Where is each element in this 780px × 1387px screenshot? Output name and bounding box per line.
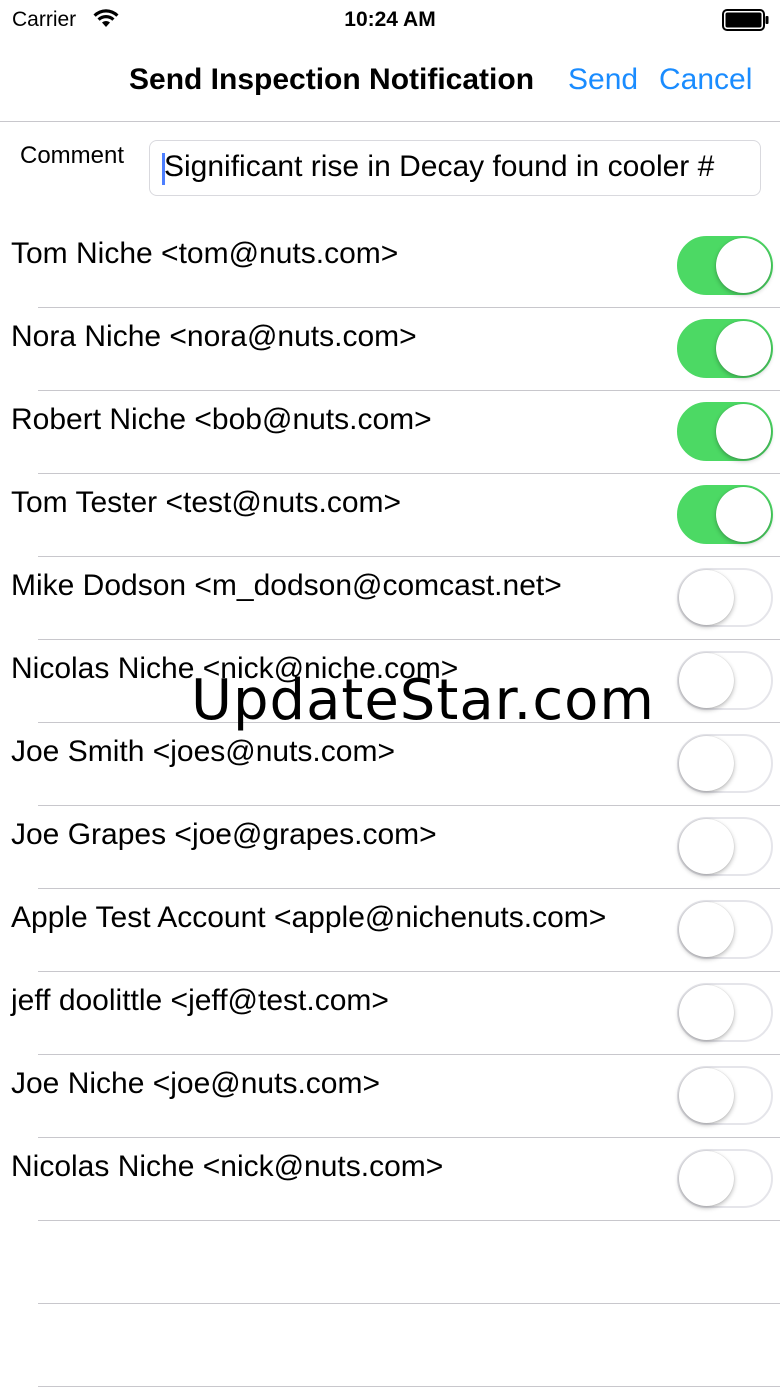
notify-toggle[interactable] <box>677 651 773 710</box>
notify-toggle[interactable] <box>677 485 773 544</box>
toggle-knob <box>716 238 771 293</box>
toggle-knob <box>679 819 734 874</box>
contact-row: Tom Tester <test@nuts.com> <box>0 474 780 557</box>
contact-row: Joe Niche <joe@nuts.com> <box>0 1055 780 1138</box>
comment-label: Comment <box>20 142 125 169</box>
toggle-knob <box>716 404 771 459</box>
notify-toggle[interactable] <box>677 568 773 627</box>
contact-label: Joe Niche <joe@nuts.com> <box>11 1067 380 1100</box>
contact-row: Joe Grapes <joe@grapes.com> <box>0 806 780 889</box>
toggle-knob <box>679 985 734 1040</box>
contact-row: Tom Niche <tom@nuts.com> <box>0 225 780 308</box>
contact-label: Tom Tester <test@nuts.com> <box>11 486 402 519</box>
toggle-knob <box>679 1151 734 1206</box>
toggle-knob <box>716 321 771 376</box>
contact-row: Mike Dodson <m_dodson@comcast.net> <box>0 557 780 640</box>
notify-toggle[interactable] <box>677 319 773 378</box>
contact-row: Apple Test Account <apple@nichenuts.com> <box>0 889 780 972</box>
contact-label: Apple Test Account <apple@nichenuts.com> <box>11 901 607 934</box>
contact-row: Nicolas Niche <nick@nuts.com> <box>0 1138 780 1221</box>
contact-row: Nora Niche <nora@nuts.com> <box>0 308 780 391</box>
contact-label: Joe Grapes <joe@grapes.com> <box>11 818 437 851</box>
contact-label: jeff doolittle <jeff@test.com> <box>11 984 389 1017</box>
comment-input[interactable]: Significant rise in Decay found in coole… <box>149 140 761 196</box>
send-button[interactable]: Send <box>568 63 638 97</box>
page-title: Send Inspection Notification <box>129 63 535 96</box>
notify-toggle[interactable] <box>677 1066 773 1125</box>
clock: 10:24 AM <box>344 8 436 31</box>
contact-label: Nicolas Niche <nick@nuts.com> <box>11 1150 444 1183</box>
notify-toggle[interactable] <box>677 402 773 461</box>
toggle-knob <box>679 653 734 708</box>
toggle-knob <box>679 902 734 957</box>
notify-toggle[interactable] <box>677 900 773 959</box>
contact-row: Joe Smith <joes@nuts.com> <box>0 723 780 806</box>
contact-label: Tom Niche <tom@nuts.com> <box>11 237 399 270</box>
notify-toggle[interactable] <box>677 1149 773 1208</box>
contact-list: Tom Niche <tom@nuts.com> Nora Niche <nora… <box>0 225 780 1387</box>
watermark: UpdateStar.com <box>191 668 655 733</box>
contact-label: Joe Smith <joes@nuts.com> <box>11 735 395 768</box>
toggle-knob <box>679 1068 734 1123</box>
comment-input-value: Significant rise in Decay found in coole… <box>164 150 715 183</box>
toggle-knob <box>679 736 734 791</box>
cancel-button[interactable]: Cancel <box>659 63 752 97</box>
status-bar: Carrier 10:24 AM <box>0 0 780 40</box>
notify-toggle[interactable] <box>677 817 773 876</box>
notify-toggle[interactable] <box>677 236 773 295</box>
toggle-knob <box>679 570 734 625</box>
notify-toggle[interactable] <box>677 983 773 1042</box>
navigation-bar: Send Inspection Notification Send Cancel <box>0 40 780 122</box>
contact-label: Robert Niche <bob@nuts.com> <box>11 403 432 436</box>
contact-label: Mike Dodson <m_dodson@comcast.net> <box>11 569 562 602</box>
battery-full-icon <box>722 9 770 36</box>
empty-row <box>0 1221 780 1304</box>
notify-toggle[interactable] <box>677 734 773 793</box>
empty-row <box>0 1304 780 1387</box>
toggle-knob <box>716 487 771 542</box>
contact-row: Robert Niche <bob@nuts.com> <box>0 391 780 474</box>
contact-row: jeff doolittle <jeff@test.com> <box>0 972 780 1055</box>
contact-label: Nora Niche <nora@nuts.com> <box>11 320 417 353</box>
